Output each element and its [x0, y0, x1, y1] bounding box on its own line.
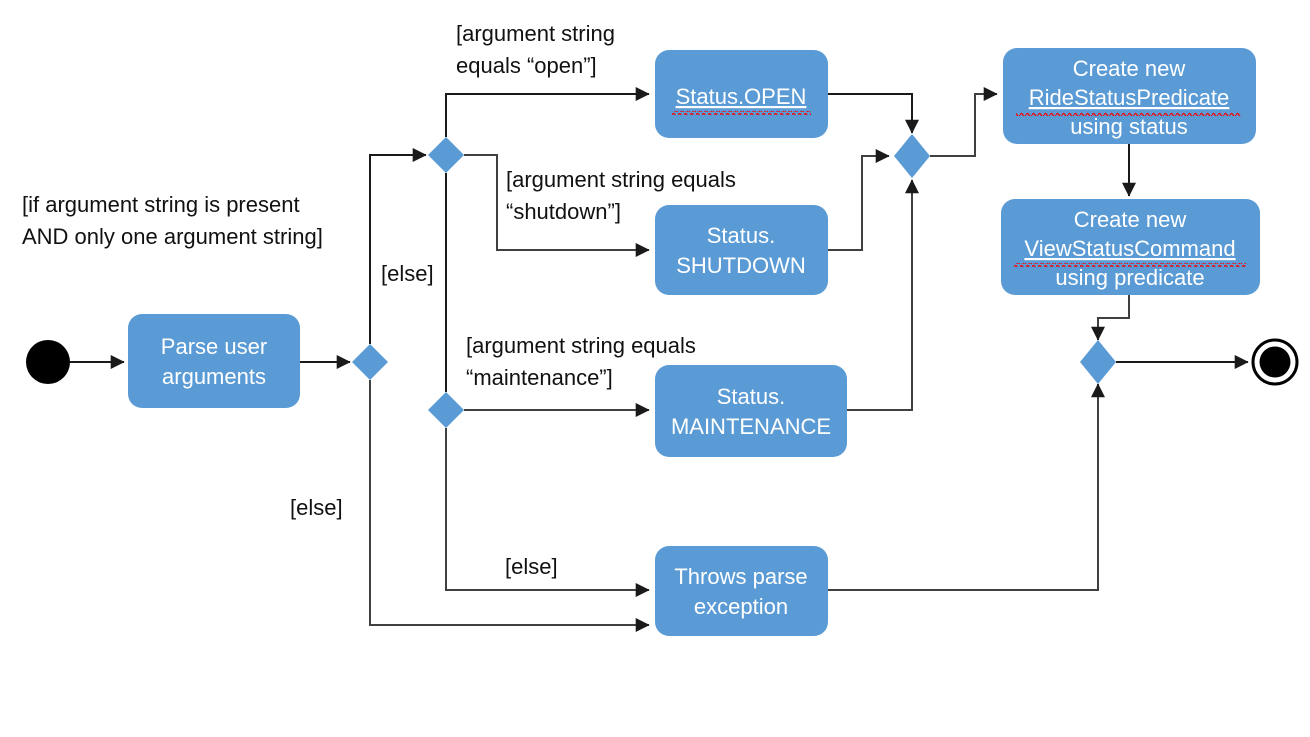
activity-throws-exception-line2: exception — [694, 594, 788, 619]
guard-open-line2: equals “open”] — [456, 53, 597, 78]
guard-main-condition-line2: AND only one argument string] — [22, 224, 323, 249]
decision-node-open — [428, 137, 464, 173]
edge-decision-main-else-to-exception — [369, 380, 650, 632]
guard-open: [argument string equals “open”] — [456, 21, 615, 78]
activity-status-maintenance-line2: MAINTENANCE — [671, 414, 831, 439]
activity-status-shutdown[interactable]: Status. SHUTDOWN — [655, 205, 828, 295]
edge-merge-to-create-predicate — [930, 87, 998, 157]
spellcheck-underline-status-open — [672, 111, 811, 115]
guard-shutdown-line1: [argument string equals — [506, 167, 736, 192]
activity-parse-line1: Parse user — [161, 334, 267, 359]
guard-maintenance-line1: [argument string equals — [466, 333, 696, 358]
activity-create-command-line3: using predicate — [1055, 265, 1204, 290]
edge-status-maintenance-to-merge — [847, 179, 919, 411]
edge-create-command-to-merge-final — [1091, 294, 1130, 341]
activity-parse-line2: arguments — [162, 364, 266, 389]
activity-create-predicate-line3: using status — [1070, 114, 1187, 139]
decision-node-main — [352, 344, 388, 380]
activity-create-predicate-line1: Create new — [1073, 56, 1186, 81]
activity-diagram-canvas: Parse user arguments Status.OPEN Status.… — [22, 21, 1299, 636]
activity-create-command-line2: ViewStatusCommand — [1024, 236, 1235, 261]
guard-main-condition-line1: [if argument string is present — [22, 192, 300, 217]
activity-create-view-status-command[interactable]: Create new ViewStatusCommand using predi… — [1001, 199, 1260, 295]
activity-create-command-line1: Create new — [1074, 207, 1187, 232]
edge-status-open-to-merge — [828, 93, 919, 134]
final-node — [1251, 338, 1299, 386]
edge-decision-open-to-status-open — [445, 87, 650, 137]
activity-status-maintenance-line1: Status. — [717, 384, 785, 409]
guard-main-condition: [if argument string is present AND only … — [22, 192, 323, 249]
activity-throws-exception-line1: Throws parse — [674, 564, 807, 589]
guard-maintenance-line2: “maintenance”] — [466, 365, 613, 390]
activity-parse-user-arguments[interactable]: Parse user arguments — [128, 314, 300, 408]
activity-create-ride-status-predicate[interactable]: Create new RideStatusPredicate using sta… — [1003, 48, 1256, 144]
decision-node-maintenance — [428, 392, 464, 428]
guard-else-main: [else] — [290, 495, 343, 520]
activity-status-open[interactable]: Status.OPEN — [655, 50, 828, 138]
edge-status-shutdown-to-merge — [828, 149, 890, 251]
guard-shutdown-line2: “shutdown”] — [506, 199, 621, 224]
activity-create-predicate-line2: RideStatusPredicate — [1029, 85, 1230, 110]
guard-open-line1: [argument string — [456, 21, 615, 46]
merge-node-final — [1080, 340, 1116, 384]
guard-else-maintenance: [else] — [505, 554, 558, 579]
guard-else-open: [else] — [381, 261, 434, 286]
merge-node-status — [894, 134, 930, 178]
initial-node — [26, 340, 70, 384]
activity-status-maintenance[interactable]: Status. MAINTENANCE — [655, 365, 847, 457]
activity-status-shutdown-line2: SHUTDOWN — [676, 253, 806, 278]
edge-decision-main-to-decision-open — [369, 148, 427, 344]
activity-status-open-label: Status.OPEN — [676, 84, 807, 109]
edge-exception-to-merge-final — [828, 383, 1105, 591]
activity-status-shutdown-line1: Status. — [707, 223, 775, 248]
activity-throws-parse-exception[interactable]: Throws parse exception — [655, 546, 828, 636]
